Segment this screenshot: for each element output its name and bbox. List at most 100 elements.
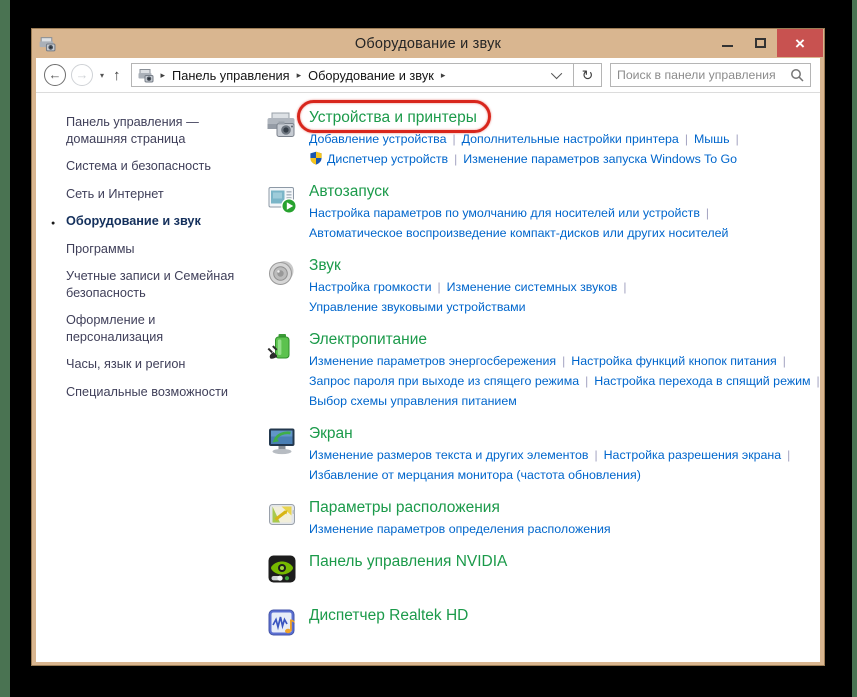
task-link[interactable]: Настройка параметров по умолчанию для но… xyxy=(309,206,700,220)
section-body: Звук Настройка громкости | Изменение систем… xyxy=(309,255,632,316)
task-link[interactable]: Добавление устройства xyxy=(309,132,446,146)
sidebar-item[interactable]: Специальные возможности xyxy=(66,384,238,401)
section-body: Устройства и принтеры Добавление устройст… xyxy=(309,107,745,168)
task-link-row: Избавление от мерцания монитора (частота… xyxy=(309,466,796,484)
devices-printers-icon[interactable] xyxy=(265,108,299,142)
task-link-row: Добавление устройства | Дополнительные нас… xyxy=(309,130,745,148)
sidebar-item[interactable]: Часы, язык и регион xyxy=(66,356,238,373)
task-link[interactable]: Избавление от мерцания монитора (частота… xyxy=(309,468,641,482)
window-app-icon xyxy=(38,35,56,53)
back-button[interactable]: ← xyxy=(44,64,66,86)
category-section: Параметры расположения Изменение параметр… xyxy=(265,497,820,538)
sound-icon[interactable] xyxy=(265,256,299,290)
highlight-annotation xyxy=(297,100,491,133)
breadcrumb-arrow-icon[interactable]: ▸ xyxy=(161,70,166,81)
sidebar-item[interactable]: Панель управления — домашняя страница xyxy=(66,114,238,147)
nvidia-icon[interactable] xyxy=(265,552,299,586)
section-title[interactable]: Параметры расположения xyxy=(309,497,500,518)
sections: Устройства и принтеры Добавление устройст… xyxy=(248,93,820,662)
task-link-row: Настройка параметров по умолчанию для но… xyxy=(309,204,728,222)
recent-pages-dropdown-icon[interactable]: ▾ xyxy=(100,71,104,80)
task-link[interactable]: Изменение системных звуков xyxy=(447,280,618,294)
minimize-button[interactable] xyxy=(711,29,744,57)
forward-button[interactable]: → xyxy=(71,64,93,86)
sidebar-item[interactable]: Программы xyxy=(66,241,238,258)
sidebar-item[interactable]: Оборудование и звук xyxy=(66,213,238,230)
category-section: Экран Изменение размеров текста и других … xyxy=(265,423,820,484)
breadcrumb-item[interactable]: Оборудование и звук xyxy=(308,68,434,83)
task-link-row: Изменение параметров определения располо… xyxy=(309,520,611,538)
breadcrumb-item[interactable]: Панель управления xyxy=(172,68,290,83)
task-link[interactable]: Изменение параметров определения располо… xyxy=(309,522,611,536)
uac-shield-icon xyxy=(309,151,323,165)
section-title[interactable]: Электропитание xyxy=(309,329,427,350)
task-link[interactable]: Настройка громкости xyxy=(309,280,432,294)
location-icon[interactable] xyxy=(265,498,299,532)
category-section: Устройства и принтеры Добавление устройст… xyxy=(265,107,820,168)
breadcrumb-arrow-icon[interactable]: ▸ xyxy=(297,70,302,81)
content-area: Панель управления — домашняя страница Сис… xyxy=(36,93,820,662)
task-link-row: Запрос пароля при выходе из спящего режи… xyxy=(309,372,820,390)
breadcrumb-arrow-icon[interactable]: ▸ xyxy=(441,70,446,81)
refresh-button[interactable]: ↻ xyxy=(574,63,602,87)
task-link[interactable]: Мышь xyxy=(694,132,730,146)
search-box xyxy=(610,63,811,87)
link-separator: | xyxy=(452,132,455,146)
sidebar-item[interactable]: Оформление и персонализация xyxy=(66,312,238,345)
section-body: Панель управления NVIDIA xyxy=(309,551,507,586)
task-link-row: Настройка громкости | Изменение системных … xyxy=(309,278,632,296)
autoplay-icon[interactable] xyxy=(265,182,299,216)
close-button[interactable]: × xyxy=(777,29,823,57)
window-title: Оборудование и звук xyxy=(32,36,824,52)
section-body: Электропитание Изменение параметров энерг… xyxy=(309,329,820,410)
breadcrumb-location-icon xyxy=(137,67,154,84)
window-controls: × xyxy=(711,29,823,57)
navigation-toolbar: ← → ▾ ↑ ▸ Панель управления ▸ Оборудование … xyxy=(36,58,820,93)
display-icon[interactable] xyxy=(265,424,299,458)
task-link-row: Изменение параметров энергосбережения|На… xyxy=(309,352,820,370)
category-section: Звук Настройка громкости | Изменение систем… xyxy=(265,255,820,316)
section-title[interactable]: Устройства и принтеры xyxy=(309,107,477,128)
task-link-row: Выбор схемы управления питанием xyxy=(309,392,820,410)
task-link[interactable]: Настройка функций кнопок питания xyxy=(571,354,777,368)
power-icon[interactable] xyxy=(265,330,299,364)
task-link[interactable]: Автоматическое воспроизведение компакт-д… xyxy=(309,226,728,240)
task-link[interactable]: Дополнительные настройки принтера xyxy=(462,132,679,146)
address-dropdown-icon[interactable] xyxy=(551,68,562,79)
titlebar: Оборудование и звук × xyxy=(32,29,824,58)
task-link[interactable]: Настройка перехода в спящий режим xyxy=(594,374,810,388)
sidebar-item[interactable]: Учетные записи и Семейная безопасность xyxy=(66,268,238,301)
link-separator: | xyxy=(736,132,739,146)
section-title[interactable]: Звук xyxy=(309,255,341,276)
sidebar-item[interactable]: Система и безопасность xyxy=(66,158,238,175)
link-separator: | xyxy=(787,448,790,462)
task-link[interactable]: Изменение параметров запуска Windows To … xyxy=(463,152,737,166)
task-link[interactable]: Диспетчер устройств xyxy=(309,152,448,166)
section-body: Диспетчер Realtek HD xyxy=(309,605,468,640)
search-input[interactable] xyxy=(617,68,790,82)
task-link[interactable]: Изменение размеров текста и других элеме… xyxy=(309,448,588,462)
sidebar-item[interactable]: Сеть и Интернет xyxy=(66,186,238,203)
realtek-icon[interactable] xyxy=(265,606,299,640)
task-link-row: Автоматическое воспроизведение компакт-д… xyxy=(309,224,728,242)
task-link[interactable]: Управление звуковыми устройствами xyxy=(309,300,526,314)
minimize-icon xyxy=(722,45,733,47)
section-title[interactable]: Автозапуск xyxy=(309,181,389,202)
task-link[interactable]: Запрос пароля при выходе из спящего режи… xyxy=(309,374,579,388)
link-separator: | xyxy=(623,280,626,294)
task-link[interactable]: Выбор схемы управления питанием xyxy=(309,394,517,408)
task-link-row: Изменение размеров текста и других элеме… xyxy=(309,446,796,464)
section-title[interactable]: Диспетчер Realtek HD xyxy=(309,605,468,626)
search-icon[interactable] xyxy=(790,68,804,82)
section-title[interactable]: Экран xyxy=(309,423,353,444)
task-link[interactable]: Изменение параметров энергосбережения xyxy=(309,354,556,368)
link-separator: | xyxy=(817,374,820,388)
up-button[interactable]: ↑ xyxy=(113,67,121,84)
category-section: Диспетчер Realtek HD xyxy=(265,605,820,640)
section-title[interactable]: Панель управления NVIDIA xyxy=(309,551,507,572)
sidebar: Панель управления — домашняя страница Сис… xyxy=(36,93,248,662)
task-link[interactable]: Настройка разрешения экрана xyxy=(604,448,782,462)
maximize-button[interactable] xyxy=(744,29,777,57)
link-separator: | xyxy=(585,374,588,388)
address-bar[interactable]: ▸ Панель управления ▸ Оборудование и звук ▸ xyxy=(131,63,574,87)
